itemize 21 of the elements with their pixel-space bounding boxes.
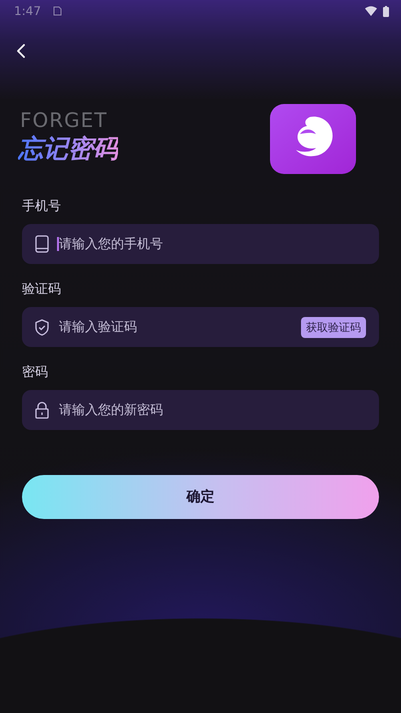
field-label: 密码 xyxy=(22,364,49,382)
confirm-button[interactable]: 确定 xyxy=(22,475,379,519)
status-time: 1:47 xyxy=(14,4,41,18)
shield-check-icon xyxy=(35,318,49,336)
sim-card-icon xyxy=(52,6,62,16)
wifi-icon xyxy=(365,6,377,16)
input-field[interactable]: 请输入验证码 获取验证码 xyxy=(22,307,379,347)
battery-icon xyxy=(383,6,389,16)
back-icon[interactable] xyxy=(16,43,26,59)
text-input[interactable]: 请输入验证码 xyxy=(59,320,291,334)
field-label: 手机号 xyxy=(22,198,62,216)
title-watermark: FORGET xyxy=(20,108,108,132)
field-label: 验证码 xyxy=(22,281,62,299)
phone-icon xyxy=(35,235,49,253)
input-field[interactable]: 请输入您的手机号 xyxy=(22,224,379,264)
text-input[interactable]: 请输入您的手机号 xyxy=(59,236,366,252)
lock-icon xyxy=(35,401,49,419)
get-code-button[interactable]: 获取验证码 xyxy=(301,316,366,338)
app-logo-icon xyxy=(270,104,356,174)
text-input[interactable]: 请输入您的新密码 xyxy=(59,402,366,418)
input-field[interactable]: 请输入您的新密码 xyxy=(22,390,379,430)
